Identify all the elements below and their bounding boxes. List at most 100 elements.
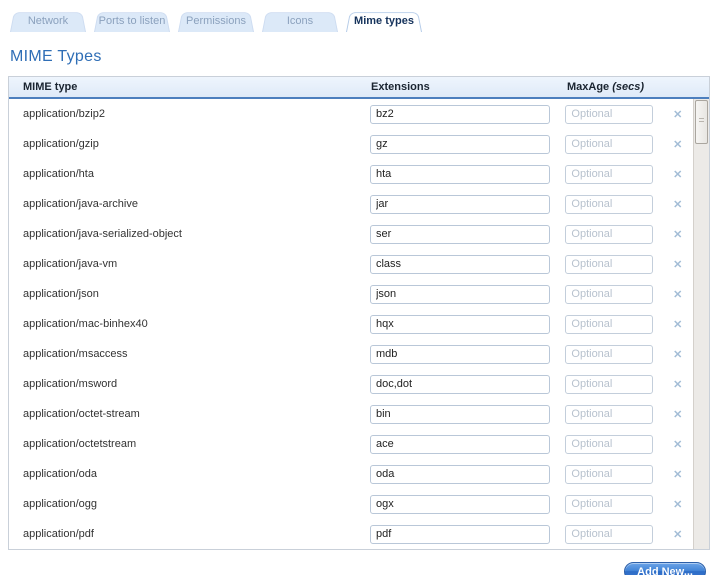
table-row: application/ogg ✕ (9, 489, 693, 519)
tab-label: Network (28, 15, 68, 27)
mime-type-label: application/octet-stream (23, 408, 140, 420)
table-row: application/octet-stream ✕ (9, 399, 693, 429)
vertical-scrollbar[interactable] (693, 99, 709, 549)
delete-row-icon[interactable]: ✕ (669, 378, 686, 391)
max-age-input[interactable] (565, 465, 653, 484)
tab-permissions[interactable]: Permissions (178, 10, 254, 32)
delete-row-icon[interactable]: ✕ (669, 438, 686, 451)
table-row: application/java-serialized-object ✕ (9, 219, 693, 249)
max-age-input[interactable] (565, 525, 653, 544)
footer: Add New... (8, 550, 712, 575)
header-mime-type: MIME type (23, 81, 371, 93)
tab-icons[interactable]: Icons (262, 10, 338, 32)
mime-type-label: application/json (23, 288, 99, 300)
extensions-input[interactable] (370, 255, 550, 274)
mime-types-table: MIME type Extensions MaxAge (secs) appli… (8, 76, 710, 550)
tab-label: Ports to listen (99, 15, 166, 27)
mime-type-label: application/java-serialized-object (23, 228, 182, 240)
mime-type-label: application/msaccess (23, 348, 128, 360)
table-row: application/octetstream ✕ (9, 429, 693, 459)
table-row: application/oda ✕ (9, 459, 693, 489)
delete-row-icon[interactable]: ✕ (669, 468, 686, 481)
settings-page: Network Ports to listen Permissions Icon… (0, 0, 720, 575)
extensions-input[interactable] (370, 345, 550, 364)
header-max-age-unit: (secs) (612, 81, 644, 93)
max-age-input[interactable] (565, 105, 653, 124)
max-age-input[interactable] (565, 435, 653, 454)
mime-type-label: application/mac-binhex40 (23, 318, 148, 330)
table-row: application/pdf ✕ (9, 519, 693, 549)
max-age-input[interactable] (565, 285, 653, 304)
tab-bar: Network Ports to listen Permissions Icon… (8, 10, 712, 32)
delete-row-icon[interactable]: ✕ (669, 198, 686, 211)
tab-label: Permissions (186, 15, 246, 27)
mime-type-label: application/gzip (23, 138, 99, 150)
delete-row-icon[interactable]: ✕ (669, 168, 686, 181)
delete-row-icon[interactable]: ✕ (669, 528, 686, 541)
add-new-button[interactable]: Add New... (624, 562, 706, 575)
extensions-input[interactable] (370, 225, 550, 244)
page-title: MIME Types (10, 48, 712, 66)
delete-row-icon[interactable]: ✕ (669, 318, 686, 331)
delete-row-icon[interactable]: ✕ (669, 108, 686, 121)
table-row: application/json ✕ (9, 279, 693, 309)
header-extensions: Extensions (371, 81, 567, 93)
table-row: application/msword ✕ (9, 369, 693, 399)
max-age-input[interactable] (565, 345, 653, 364)
mime-type-label: application/pdf (23, 528, 94, 540)
table-row: application/java-archive ✕ (9, 189, 693, 219)
extensions-input[interactable] (370, 285, 550, 304)
max-age-input[interactable] (565, 165, 653, 184)
header-max-age: MaxAge (secs) (567, 81, 671, 93)
table-row: application/mac-binhex40 ✕ (9, 309, 693, 339)
max-age-input[interactable] (565, 405, 653, 424)
extensions-input[interactable] (370, 405, 550, 424)
mime-type-label: application/java-vm (23, 258, 117, 270)
mime-type-label: application/java-archive (23, 198, 138, 210)
max-age-input[interactable] (565, 135, 653, 154)
max-age-input[interactable] (565, 315, 653, 334)
extensions-input[interactable] (370, 315, 550, 334)
table-row: application/msaccess ✕ (9, 339, 693, 369)
extensions-input[interactable] (370, 495, 550, 514)
mime-type-label: application/oda (23, 468, 97, 480)
extensions-input[interactable] (370, 465, 550, 484)
extensions-input[interactable] (370, 165, 550, 184)
delete-row-icon[interactable]: ✕ (669, 498, 686, 511)
mime-type-label: application/hta (23, 168, 94, 180)
mime-type-label: application/octetstream (23, 438, 136, 450)
extensions-input[interactable] (370, 105, 550, 124)
table-rows: application/bzip2 ✕ application/gzip ✕ a… (9, 99, 693, 549)
extensions-input[interactable] (370, 135, 550, 154)
max-age-input[interactable] (565, 195, 653, 214)
extensions-input[interactable] (370, 525, 550, 544)
max-age-input[interactable] (565, 375, 653, 394)
max-age-input[interactable] (565, 255, 653, 274)
table-body: application/bzip2 ✕ application/gzip ✕ a… (9, 99, 709, 549)
table-header-row: MIME type Extensions MaxAge (secs) (9, 77, 709, 99)
delete-row-icon[interactable]: ✕ (669, 288, 686, 301)
extensions-input[interactable] (370, 195, 550, 214)
mime-type-label: application/msword (23, 378, 117, 390)
table-row: application/bzip2 ✕ (9, 99, 693, 129)
delete-row-icon[interactable]: ✕ (669, 258, 686, 271)
mime-type-label: application/ogg (23, 498, 97, 510)
tab-label: Icons (287, 15, 313, 27)
extensions-input[interactable] (370, 435, 550, 454)
table-row: application/java-vm ✕ (9, 249, 693, 279)
delete-row-icon[interactable]: ✕ (669, 348, 686, 361)
extensions-input[interactable] (370, 375, 550, 394)
table-row: application/gzip ✕ (9, 129, 693, 159)
max-age-input[interactable] (565, 495, 653, 514)
tab-mime-types[interactable]: Mime types (346, 10, 422, 32)
max-age-input[interactable] (565, 225, 653, 244)
delete-row-icon[interactable]: ✕ (669, 228, 686, 241)
table-row: application/hta ✕ (9, 159, 693, 189)
tab-ports-to-listen[interactable]: Ports to listen (94, 10, 170, 32)
delete-row-icon[interactable]: ✕ (669, 408, 686, 421)
scrollbar-thumb[interactable] (695, 100, 708, 144)
mime-type-label: application/bzip2 (23, 108, 105, 120)
delete-row-icon[interactable]: ✕ (669, 138, 686, 151)
tab-label: Mime types (354, 15, 414, 27)
tab-network[interactable]: Network (10, 10, 86, 32)
